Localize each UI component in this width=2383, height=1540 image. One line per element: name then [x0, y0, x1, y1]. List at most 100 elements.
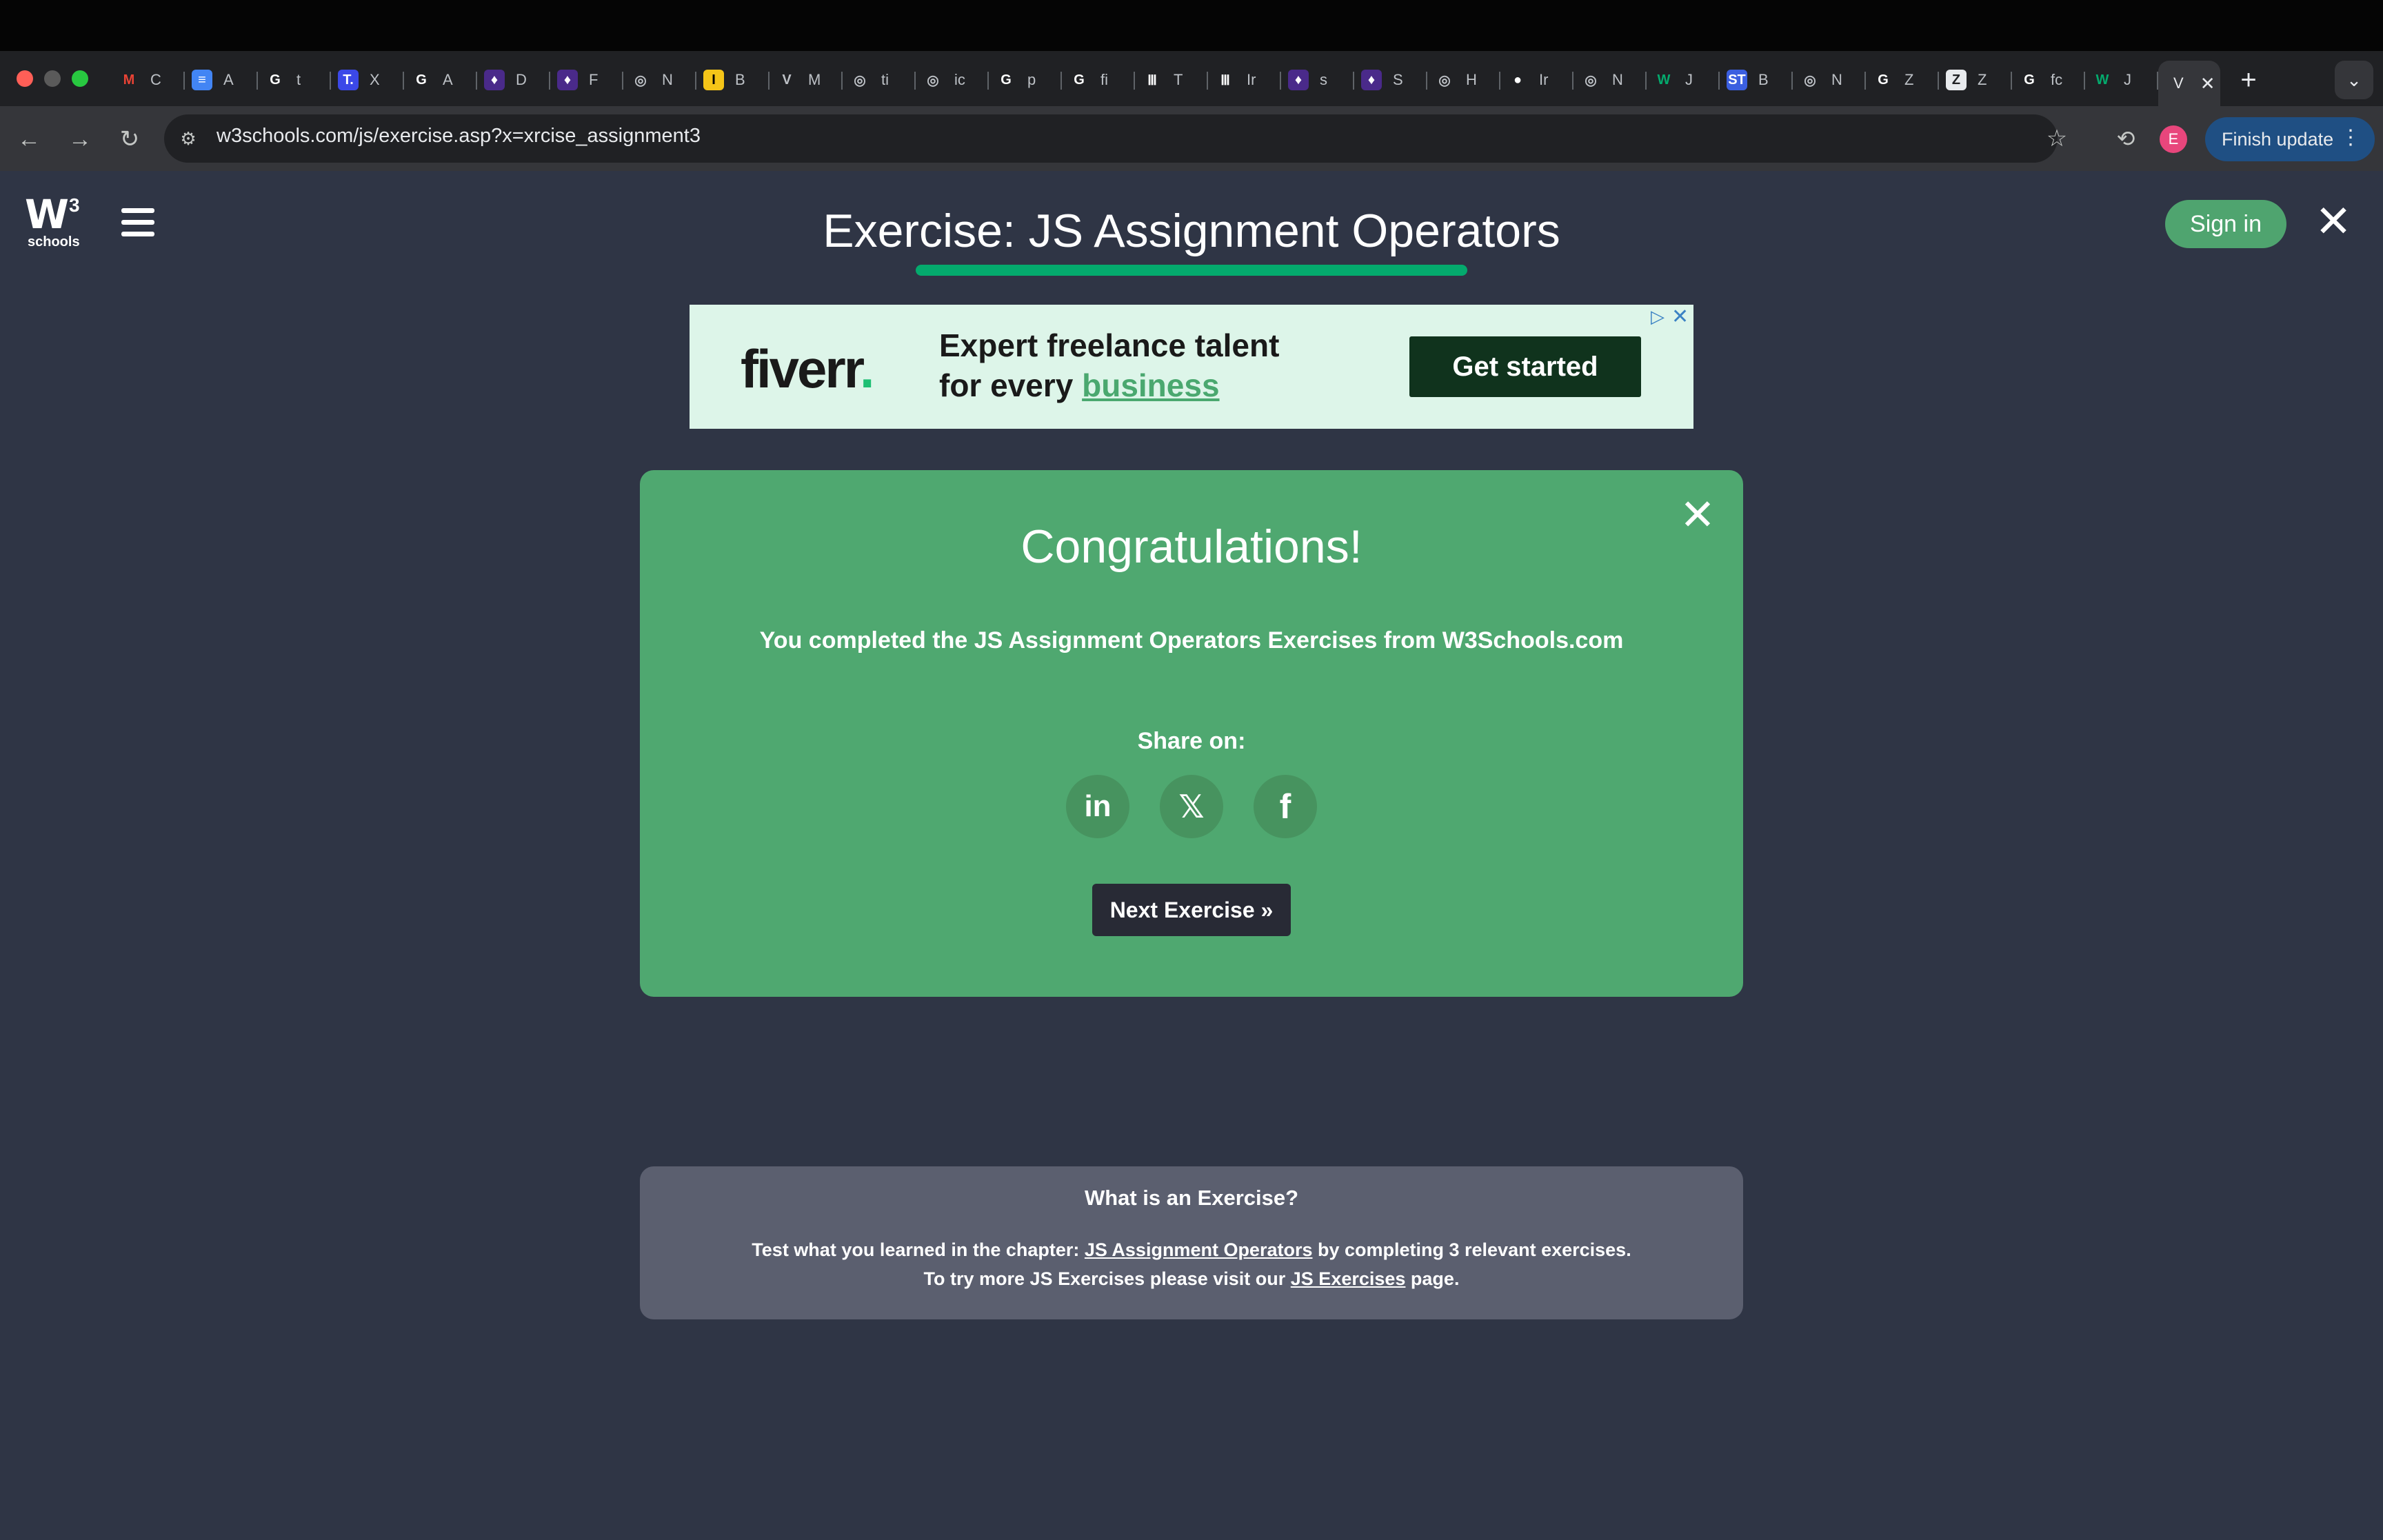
browser-tab[interactable]: ♦ D [477, 61, 550, 99]
browser-tab[interactable]: MC [112, 61, 185, 99]
browser-tab[interactable]: WJ [2085, 61, 2158, 99]
extension-icon[interactable]: ⟲ [2109, 121, 2143, 156]
tab-title: N [662, 71, 673, 88]
tab-title: J [1685, 71, 1693, 88]
tab-active[interactable]: V ✕ [2158, 61, 2220, 106]
tab-title: Ir [1539, 71, 1549, 88]
globe-icon: ◎ [1585, 72, 1597, 88]
tab-title: X [370, 71, 380, 88]
linkedin-icon[interactable]: in [1066, 775, 1129, 838]
browser-tab[interactable]: ♦ S [1354, 61, 1427, 99]
fiverr-logo: fiverr. [741, 338, 874, 399]
v-logo-icon: V [782, 72, 792, 88]
new-tab-button[interactable]: + [2229, 61, 2268, 99]
browser-tab[interactable]: ST B [1720, 61, 1793, 99]
minimize-window-button[interactable] [44, 70, 61, 87]
st-icon: ST [1727, 70, 1747, 90]
congratulations-title: Congratulations! [1020, 520, 1363, 573]
close-window-button[interactable] [17, 70, 33, 87]
ad-get-started-button[interactable]: Get started [1409, 336, 1641, 397]
browser-tab[interactable]: T. X [331, 61, 404, 99]
back-arrow-icon[interactable]: ← [11, 121, 47, 157]
browser-tab[interactable]: Gp [989, 61, 1062, 99]
facebook-icon[interactable]: f [1254, 775, 1317, 838]
globe-icon: ◎ [1438, 72, 1451, 88]
google-icon: G [2024, 72, 2035, 88]
share-label: Share on: [1137, 728, 1246, 754]
tab-title: B [1758, 71, 1769, 88]
tab-title: t [296, 71, 301, 88]
docs-icon: ≡ [192, 70, 212, 90]
zoom-window-button[interactable] [72, 70, 88, 87]
browser-tab[interactable]: Gfc [2012, 61, 2085, 99]
next-exercise-button[interactable]: Next Exercise » [1092, 884, 1291, 936]
google-icon: G [1001, 72, 1012, 88]
globe-icon: ◎ [1804, 72, 1816, 88]
browser-tab[interactable]: ◎ ic [916, 61, 989, 99]
purple-app-icon: ♦ [1288, 70, 1309, 90]
browser-tab[interactable]: Ⅲ Ir [1208, 61, 1281, 99]
tab-title: J [2124, 71, 2131, 88]
browser-tab[interactable]: Gt [258, 61, 331, 99]
more-menu-icon[interactable]: ⋮ [2340, 125, 2361, 150]
tab-close-icon[interactable]: ✕ [2200, 73, 2215, 94]
tab-title: A [223, 71, 234, 88]
tab-title: N [1612, 71, 1623, 88]
finish-update-button[interactable]: Finish update ⋮ [2205, 117, 2375, 161]
reload-icon[interactable]: ↻ [112, 121, 148, 157]
browser-tab[interactable]: ⅢT [1135, 61, 1208, 99]
browser-tab[interactable]: IB [696, 61, 770, 99]
completion-message: You completed the JS Assignment Operator… [759, 627, 1624, 654]
browser-tab[interactable]: ♦ F [550, 61, 623, 99]
globe-icon: ◎ [854, 72, 866, 88]
browser-tab[interactable]: Gfi [1062, 61, 1135, 99]
browser-tab[interactable]: GZ [1866, 61, 1939, 99]
tab-title: p [1027, 71, 1036, 88]
browser-tab[interactable]: ◎ H [1427, 61, 1500, 99]
browser-tab[interactable]: GA [404, 61, 477, 99]
browser-tab[interactable]: ◎ N [1793, 61, 1866, 99]
browser-tab[interactable]: ZZ [1939, 61, 2012, 99]
close-exercise-icon[interactable]: ✕ [2313, 196, 2354, 246]
tab-title: B [735, 71, 745, 88]
ad-close-icon[interactable]: ✕ [1671, 305, 1689, 329]
browser-tab[interactable]: ◎ N [1573, 61, 1647, 99]
browser-tab[interactable]: ♦ s [1281, 61, 1354, 99]
tab-title: V [2173, 74, 2184, 92]
forward-arrow-icon[interactable]: → [62, 121, 98, 157]
js-exercises-link[interactable]: JS Exercises [1291, 1268, 1406, 1289]
info-title: What is an Exercise? [1084, 1186, 1299, 1210]
site-info-icon[interactable]: ⚙ [174, 124, 203, 153]
browser-tab[interactable]: ◎ N [623, 61, 696, 99]
tab-title: Z [1904, 71, 1914, 88]
google-icon: G [1074, 72, 1085, 88]
browser-tab[interactable]: VM [770, 61, 843, 99]
sign-in-button[interactable]: Sign in [2165, 200, 2286, 248]
advertisement-banner[interactable]: fiverr. Expert freelance talent for ever… [690, 305, 1693, 429]
url-text[interactable]: w3schools.com/js/exercise.asp?x=xrcise_a… [217, 125, 701, 148]
chapter-link[interactable]: JS Assignment Operators [1085, 1239, 1313, 1260]
ad-line-2: for every business [939, 367, 1220, 403]
tab-title: s [1320, 71, 1327, 88]
browser-tab[interactable]: WJ [1647, 61, 1720, 99]
browser-tab[interactable]: ≡ A [185, 61, 258, 99]
browser-tab[interactable]: ● Ir [1500, 61, 1573, 99]
adchoices-icon[interactable]: ▷ [1651, 306, 1665, 327]
tab-title: T [1174, 71, 1183, 88]
tab-title: A [443, 71, 453, 88]
bookmark-star-icon[interactable]: ☆ [2040, 121, 2074, 156]
browser-tab[interactable]: ◎ ti [843, 61, 916, 99]
page-title: Exercise: JS Assignment Operators [823, 205, 1560, 257]
congratulations-card: ✕ Congratulations! You completed the JS … [640, 470, 1743, 997]
profile-avatar[interactable]: E [2160, 125, 2187, 153]
tab-title: S [1393, 71, 1403, 88]
tab-title: ti [881, 71, 889, 88]
x-twitter-icon[interactable]: 𝕏 [1160, 775, 1223, 838]
tab-search-button[interactable]: ⌄ [2335, 61, 2373, 99]
ad-headline: Expert freelance talent for every busine… [939, 325, 1279, 405]
purple-app-icon: ♦ [1361, 70, 1382, 90]
z-icon: Z [1946, 70, 1967, 90]
google-icon: G [270, 72, 281, 88]
ad-line-1: Expert freelance talent [939, 327, 1280, 363]
tab-title: D [516, 71, 527, 88]
